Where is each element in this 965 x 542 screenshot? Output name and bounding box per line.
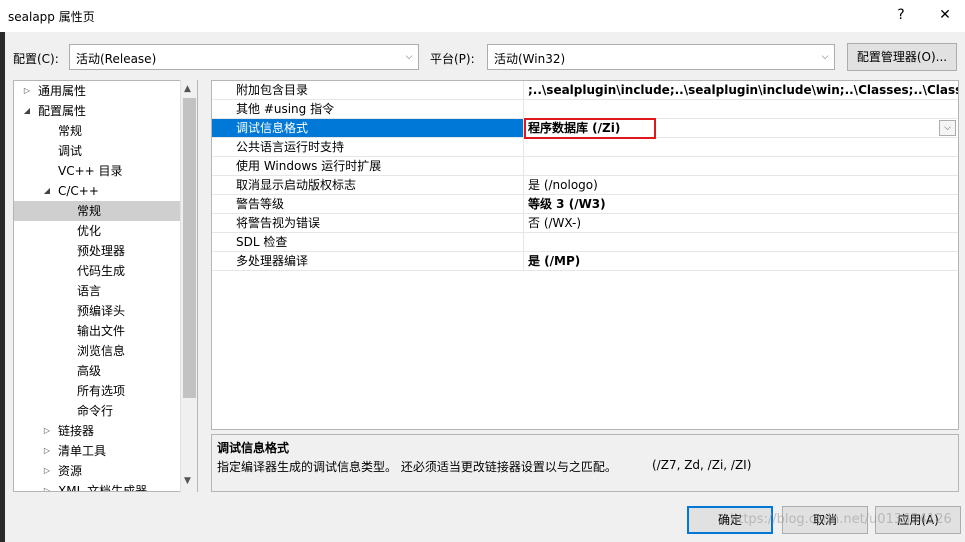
tree-item-common-properties[interactable]: ▷ 通用属性: [14, 81, 181, 101]
description-options: (/Z7, Zd, /Zi, /ZI): [652, 458, 752, 472]
config-manager-button[interactable]: 配置管理器(O)...: [847, 43, 957, 71]
config-dropdown[interactable]: 活动(Release) ⌵: [69, 44, 419, 70]
property-row[interactable]: 取消显示启动版权标志 是 (/nologo): [212, 176, 958, 195]
tree-item-precompiled-headers[interactable]: 预编译头: [14, 301, 181, 321]
title-bar: sealapp 属性页 ? ✕: [0, 0, 965, 32]
close-icon[interactable]: ✕: [930, 3, 960, 27]
property-name: SDL 检查: [212, 233, 524, 251]
highlight-box: [524, 118, 656, 139]
property-row[interactable]: 将警告视为错误 否 (/WX-): [212, 214, 958, 233]
platform-label: 平台(P):: [430, 52, 475, 66]
property-name: 多处理器编译: [212, 252, 524, 270]
property-value[interactable]: [525, 100, 958, 118]
tree-item-code-generation[interactable]: 代码生成: [14, 261, 181, 281]
tree-item-all-options[interactable]: 所有选项: [14, 381, 181, 401]
property-value[interactable]: 是 (/nologo): [525, 176, 958, 194]
property-row-selected[interactable]: 调试信息格式 程序数据库 (/Zi) ⌵: [212, 118, 958, 139]
property-name: 附加包含目录: [212, 81, 524, 99]
scroll-thumb[interactable]: [183, 98, 196, 398]
tree-item-linker[interactable]: ▷ 链接器: [14, 421, 181, 441]
property-value[interactable]: 等级 3 (/W3): [525, 195, 958, 213]
property-value[interactable]: ;..\sealplugin\include;..\sealplugin\inc…: [525, 81, 958, 99]
property-name: 调试信息格式: [212, 119, 524, 137]
tree-item-output-files[interactable]: 输出文件: [14, 321, 181, 341]
scroll-up-icon[interactable]: ▲: [184, 84, 191, 94]
tree-item-general[interactable]: 常规: [14, 121, 181, 141]
property-row[interactable]: 附加包含目录 ;..\sealplugin\include;..\sealplu…: [212, 81, 958, 100]
property-row[interactable]: 公共语言运行时支持: [212, 138, 958, 157]
expand-icon[interactable]: ▷: [42, 481, 52, 491]
tree-item-browse-information[interactable]: 浏览信息: [14, 341, 181, 361]
tree-item-command-line[interactable]: 命令行: [14, 401, 181, 421]
config-label: 配置(C):: [13, 52, 59, 66]
platform-dropdown[interactable]: 活动(Win32) ⌵: [487, 44, 835, 70]
tree-scrollbar[interactable]: ▲ ▼: [180, 80, 197, 492]
chevron-down-icon: ⌵: [821, 52, 829, 62]
property-value[interactable]: [525, 157, 958, 175]
property-name: 将警告视为错误: [212, 214, 524, 232]
property-name: 取消显示启动版权标志: [212, 176, 524, 194]
property-row[interactable]: 其他 #using 指令: [212, 100, 958, 119]
property-name: 公共语言运行时支持: [212, 138, 524, 156]
expand-icon[interactable]: ▷: [22, 81, 32, 101]
property-value[interactable]: 是 (/MP): [525, 252, 958, 270]
description-title: 调试信息格式: [217, 441, 290, 455]
expand-icon[interactable]: ▷: [42, 421, 52, 441]
scroll-down-icon[interactable]: ▼: [184, 476, 191, 486]
window-title: sealapp 属性页: [8, 10, 95, 24]
tree-item-config-properties[interactable]: ◢ 配置属性: [14, 101, 181, 121]
property-grid: 附加包含目录 ;..\sealplugin\include;..\sealplu…: [211, 80, 959, 430]
property-value[interactable]: 否 (/WX-): [525, 214, 958, 232]
tree-item-manifest-tool[interactable]: ▷ 清单工具: [14, 441, 181, 461]
expand-icon[interactable]: ▷: [42, 461, 52, 481]
tree-item-preprocessor[interactable]: 预处理器: [14, 241, 181, 261]
tree-item-vc-directories[interactable]: VC++ 目录: [14, 161, 181, 181]
watermark: https://blog.csdn.net/u013654126: [730, 512, 952, 527]
tree-item-optimization[interactable]: 优化: [14, 221, 181, 241]
tree-item-advanced[interactable]: 高级: [14, 361, 181, 381]
collapse-icon[interactable]: ◢: [22, 101, 32, 121]
property-name: 其他 #using 指令: [212, 100, 524, 118]
tree-item-xml-doc-generator[interactable]: ▷ XML 文档生成器: [14, 481, 181, 491]
property-row[interactable]: 使用 Windows 运行时扩展: [212, 157, 958, 176]
chevron-down-icon: ⌵: [405, 52, 413, 62]
property-value[interactable]: [525, 233, 958, 251]
property-tree: ▷ 通用属性 ◢ 配置属性 常规 调试 VC++ 目录 ◢ C/C++ 常规 优…: [13, 80, 198, 492]
chevron-down-icon[interactable]: ⌵: [939, 120, 956, 136]
property-row[interactable]: 警告等级 等级 3 (/W3): [212, 195, 958, 214]
tree-item-c-cpp-general[interactable]: 常规: [14, 201, 181, 221]
property-row[interactable]: SDL 检查: [212, 233, 958, 252]
background-window-edge: [0, 32, 5, 542]
tree-item-c-cpp[interactable]: ◢ C/C++: [14, 181, 181, 201]
description-panel: 调试信息格式 指定编译器生成的调试信息类型。 还必须适当更改链接器设置以与之匹配…: [211, 434, 959, 492]
platform-dropdown-value: 活动(Win32): [494, 52, 566, 66]
property-row[interactable]: 多处理器编译 是 (/MP): [212, 252, 958, 271]
property-name: 警告等级: [212, 195, 524, 213]
collapse-icon[interactable]: ◢: [42, 181, 52, 201]
property-value[interactable]: [525, 138, 958, 156]
property-name: 使用 Windows 运行时扩展: [212, 157, 524, 175]
config-dropdown-value: 活动(Release): [76, 52, 157, 66]
description-text: 指定编译器生成的调试信息类型。 还必须适当更改链接器设置以与之匹配。: [217, 460, 617, 474]
tree-item-language[interactable]: 语言: [14, 281, 181, 301]
expand-icon[interactable]: ▷: [42, 441, 52, 461]
help-icon[interactable]: ?: [886, 3, 916, 27]
tree-item-debugging[interactable]: 调试: [14, 141, 181, 161]
tree-item-resources[interactable]: ▷ 资源: [14, 461, 181, 481]
